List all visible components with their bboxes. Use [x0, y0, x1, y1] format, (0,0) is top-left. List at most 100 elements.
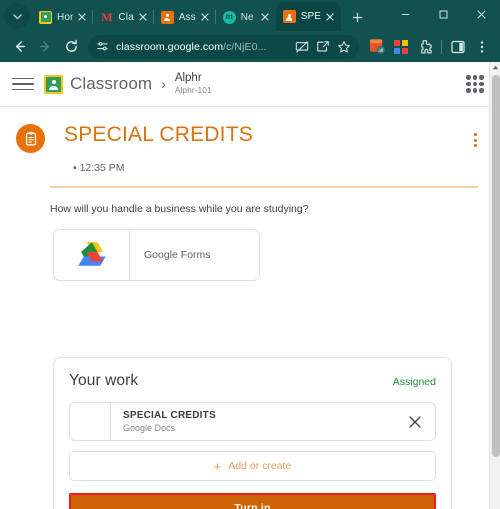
- window-minimize-button[interactable]: [386, 0, 424, 28]
- class-section-label: Alphr-101: [174, 85, 212, 96]
- back-arrow-icon: [15, 41, 25, 52]
- assignment-detail: SPECIAL CREDITS • 12:35 PM How will you …: [0, 107, 500, 509]
- tab-close-button[interactable]: [136, 10, 150, 24]
- assignment-title-block: SPECIAL CREDITS: [64, 121, 464, 148]
- browser-tab-home[interactable]: Hor: [32, 3, 93, 31]
- assignment-more-menu-button[interactable]: [464, 127, 486, 153]
- back-button[interactable]: [6, 34, 32, 60]
- close-icon: [139, 13, 147, 21]
- plus-icon: +: [213, 458, 222, 474]
- install-app-button[interactable]: [314, 38, 332, 56]
- colored-grid-button[interactable]: [390, 36, 412, 58]
- minimize-icon: [401, 13, 409, 15]
- maximize-icon: [439, 10, 447, 18]
- extensions-button[interactable]: [414, 36, 436, 58]
- toolbar-divider: [441, 39, 442, 54]
- tab-strip: Hor M Cla Ass m Ne SPE: [0, 0, 500, 31]
- office-extension-button[interactable]: off: [366, 36, 388, 58]
- page-scrollbar[interactable]: [489, 62, 500, 509]
- your-work-heading: Your work: [69, 372, 139, 389]
- hamburger-menu-icon[interactable]: [12, 73, 34, 95]
- tab-title: Ass: [178, 11, 196, 23]
- tab-title: SPE: [300, 11, 322, 22]
- google-drive-icon: [54, 230, 130, 281]
- classroom-app-bar: Classroom › Alphr Alphr-101: [0, 62, 500, 107]
- assignment-description: How will you handle a business while you…: [50, 202, 309, 215]
- submitted-attachment-info: SPECIAL CREDITS Google Docs: [111, 403, 395, 440]
- url-domain: classroom.google.com: [116, 40, 224, 53]
- browser-chrome: Hor M Cla Ass m Ne SPE classroom.google.…: [0, 0, 500, 62]
- reload-button[interactable]: [58, 34, 84, 60]
- url-text: classroom.google.com/c/NjE0...: [116, 41, 290, 53]
- caret-up-glyph: [492, 65, 498, 70]
- classroom-logo-icon: [44, 74, 63, 94]
- side-panel-icon: [451, 40, 465, 53]
- close-icon: [477, 10, 485, 18]
- screen-share-off-icon: [295, 40, 309, 53]
- gmail-icon: M: [101, 10, 113, 24]
- close-icon: [201, 13, 209, 21]
- submitted-attachment-row[interactable]: SPECIAL CREDITS Google Docs: [69, 402, 436, 441]
- remove-attachment-button[interactable]: [395, 403, 435, 440]
- assignment-title-row: SPECIAL CREDITS: [0, 107, 500, 153]
- meet-circle-icon: m: [222, 10, 236, 24]
- attachment-type-label: Google Forms: [144, 249, 211, 262]
- side-panel-button[interactable]: [447, 36, 469, 58]
- status-badge: Assigned: [392, 376, 436, 388]
- your-work-header: Your work Assigned: [69, 372, 436, 390]
- puzzle-piece-icon: [421, 39, 432, 53]
- forward-arrow-icon: [39, 41, 49, 52]
- bookmark-button[interactable]: [335, 38, 353, 56]
- new-tab-button[interactable]: [345, 5, 369, 29]
- tab-close-button[interactable]: [75, 10, 89, 24]
- google-apps-grid-icon[interactable]: [464, 73, 486, 95]
- breadcrumb-class[interactable]: Alphr Alphr-101: [175, 72, 212, 96]
- tab-close-button[interactable]: [198, 10, 212, 24]
- svg-text:off: off: [378, 48, 384, 53]
- google-docs-icon: [70, 403, 111, 440]
- browser-tab-classes[interactable]: M Cla: [92, 3, 153, 31]
- scrollbar-thumb[interactable]: [492, 75, 500, 457]
- tab-search-button[interactable]: [4, 3, 30, 29]
- url-path: /c/NjE0...: [223, 40, 267, 53]
- forward-button[interactable]: [32, 34, 58, 60]
- window-maximize-button[interactable]: [424, 0, 462, 28]
- close-icon: [261, 13, 269, 21]
- three-dot-menu-icon: [480, 40, 484, 53]
- breadcrumb-separator: ›: [161, 76, 166, 92]
- your-work-card: Your work Assigned SPECIAL CREDITS Googl…: [53, 357, 452, 509]
- tab-close-button[interactable]: [323, 10, 337, 24]
- screen-share-off-button[interactable]: [293, 38, 311, 56]
- add-or-create-button[interactable]: + Add or create: [69, 451, 436, 481]
- colored-grid-icon: [394, 39, 408, 54]
- clipboard-glyph: [25, 131, 36, 145]
- plus-icon: [352, 12, 362, 22]
- window-controls: [386, 0, 500, 31]
- tab-title: Cla: [118, 11, 134, 23]
- assignment-clipboard-icon: [16, 124, 45, 153]
- class-name-label: Alphr: [174, 72, 202, 84]
- web-page-content: Classroom › Alphr Alphr-101 SPECIAL CRED…: [0, 62, 500, 509]
- scroll-up-arrow-icon[interactable]: [490, 62, 500, 73]
- browser-tab-special-credits[interactable]: SPE: [275, 2, 342, 31]
- turn-in-highlight: Turn in: [69, 493, 436, 509]
- browser-menu-button[interactable]: [471, 36, 493, 58]
- classroom-orange-icon: [282, 10, 296, 23]
- star-icon: [338, 40, 350, 53]
- browser-window: Hor M Cla Ass m Ne SPE classroom.google.…: [0, 0, 500, 509]
- close-icon: [326, 12, 334, 21]
- address-bar[interactable]: classroom.google.com/c/NjE0...: [88, 34, 359, 59]
- submitted-attachment-type: Google Docs: [123, 423, 176, 434]
- browser-toolbar: classroom.google.com/c/NjE0... off: [0, 31, 500, 62]
- browser-tab-assignments[interactable]: Ass: [152, 3, 216, 31]
- classroom-brand-label[interactable]: Classroom: [70, 74, 152, 94]
- close-x-icon: [409, 415, 421, 428]
- tab-close-button[interactable]: [258, 10, 272, 24]
- turn-in-button[interactable]: Turn in: [71, 495, 434, 509]
- page-title: SPECIAL CREDITS: [64, 123, 253, 146]
- tab-title: Hor: [57, 11, 74, 23]
- office-extension-icon: off: [369, 39, 385, 54]
- window-close-button[interactable]: [462, 0, 500, 28]
- assignment-attachment-card[interactable]: Google Forms: [53, 229, 260, 282]
- browser-tab-new[interactable]: m Ne: [214, 3, 276, 31]
